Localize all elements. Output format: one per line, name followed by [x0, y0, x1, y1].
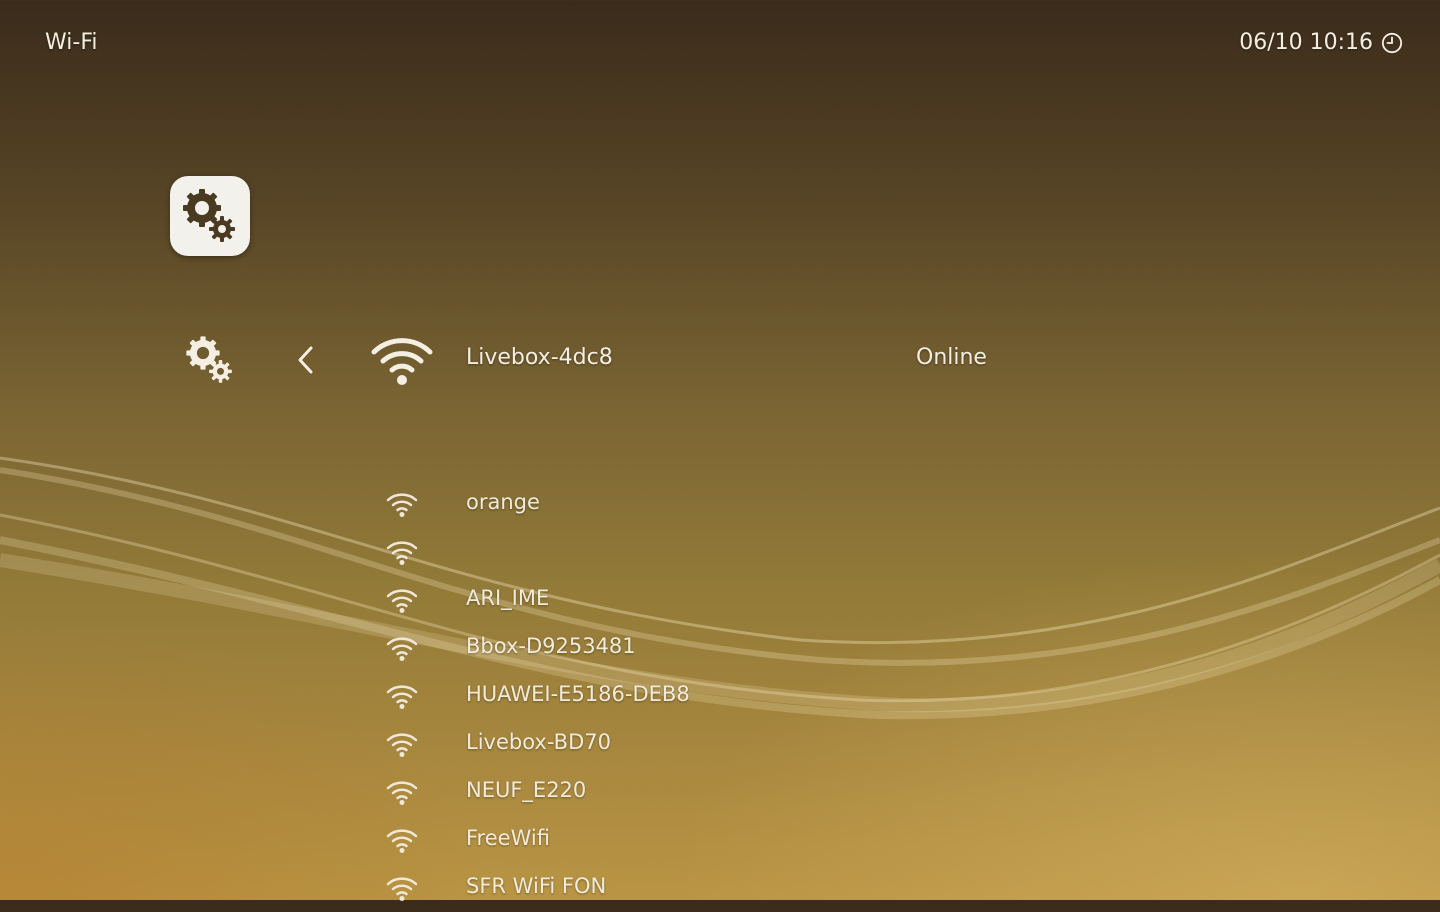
- wifi-icon: [386, 733, 418, 757]
- wifi-icon: [386, 541, 418, 565]
- status-clock: 06/10 10:16: [1239, 30, 1403, 55]
- page-title: Wi-Fi: [45, 30, 98, 55]
- list-item[interactable]: orange: [0, 480, 1000, 528]
- datetime-text: 06/10 10:16: [1239, 30, 1373, 55]
- wifi-icon: [386, 877, 418, 901]
- clock-icon: [1381, 32, 1403, 53]
- current-network-ssid[interactable]: Livebox-4dc8: [466, 345, 613, 370]
- network-ssid: ARI_IME: [466, 586, 550, 610]
- wifi-icon: [386, 829, 418, 853]
- wifi-icon: [371, 338, 433, 385]
- wifi-icon: [386, 781, 418, 805]
- network-ssid: FreeWifi: [466, 826, 550, 850]
- wifi-icon: [386, 637, 418, 661]
- list-item[interactable]: HUAWEI-E5186-DEB8: [0, 672, 1000, 720]
- settings-gears-icon[interactable]: [182, 332, 238, 388]
- list-item[interactable]: Bbox-D9253481: [0, 624, 1000, 672]
- network-ssid: Bbox-D9253481: [466, 634, 636, 658]
- settings-app-tile[interactable]: [170, 176, 250, 256]
- wifi-icon: [386, 493, 418, 517]
- list-item[interactable]: NEUF_E220: [0, 768, 1000, 816]
- chevron-left-icon[interactable]: [294, 344, 318, 376]
- list-item[interactable]: [0, 528, 1000, 576]
- connection-status: Online: [916, 345, 987, 370]
- settings-gears-icon: [183, 189, 235, 242]
- wifi-icon: [386, 685, 418, 709]
- wifi-icon: [386, 589, 418, 613]
- network-ssid: HUAWEI-E5186-DEB8: [466, 682, 690, 706]
- list-item[interactable]: SFR WiFi FON: [0, 864, 1000, 912]
- network-ssid: Livebox-BD70: [466, 730, 611, 754]
- network-ssid: SFR WiFi FON: [466, 874, 607, 898]
- network-ssid: orange: [466, 490, 540, 514]
- list-item[interactable]: Livebox-BD70: [0, 720, 1000, 768]
- list-item[interactable]: ARI_IME: [0, 576, 1000, 624]
- list-item[interactable]: FreeWifi: [0, 816, 1000, 864]
- network-ssid: NEUF_E220: [466, 778, 587, 802]
